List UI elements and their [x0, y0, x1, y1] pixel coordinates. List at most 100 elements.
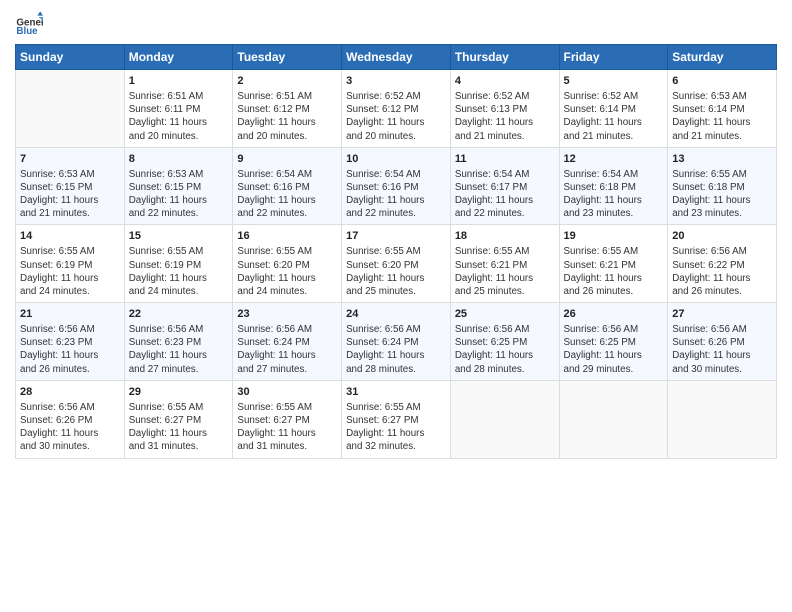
- day-number: 13: [672, 152, 772, 167]
- weekday-header: Sunday: [16, 45, 125, 70]
- day-number: 12: [564, 152, 664, 167]
- day-number: 20: [672, 229, 772, 244]
- header: General Blue: [15, 10, 777, 38]
- day-info: Sunrise: 6:55 AM Sunset: 6:20 PM Dayligh…: [346, 245, 446, 298]
- day-info: Sunrise: 6:51 AM Sunset: 6:11 PM Dayligh…: [129, 90, 229, 143]
- calendar-cell: 12Sunrise: 6:54 AM Sunset: 6:18 PM Dayli…: [559, 147, 668, 225]
- day-info: Sunrise: 6:54 AM Sunset: 6:16 PM Dayligh…: [237, 168, 337, 221]
- svg-text:Blue: Blue: [16, 26, 38, 37]
- day-number: 6: [672, 74, 772, 89]
- day-number: 4: [455, 74, 555, 89]
- day-number: 18: [455, 229, 555, 244]
- day-number: 16: [237, 229, 337, 244]
- logo: General Blue: [15, 10, 23, 38]
- day-number: 8: [129, 152, 229, 167]
- calendar-cell: 11Sunrise: 6:54 AM Sunset: 6:17 PM Dayli…: [450, 147, 559, 225]
- day-number: 2: [237, 74, 337, 89]
- day-number: 10: [346, 152, 446, 167]
- day-info: Sunrise: 6:55 AM Sunset: 6:27 PM Dayligh…: [237, 401, 337, 454]
- day-info: Sunrise: 6:55 AM Sunset: 6:19 PM Dayligh…: [129, 245, 229, 298]
- calendar-cell: 1Sunrise: 6:51 AM Sunset: 6:11 PM Daylig…: [124, 70, 233, 148]
- day-info: Sunrise: 6:56 AM Sunset: 6:22 PM Dayligh…: [672, 245, 772, 298]
- day-info: Sunrise: 6:52 AM Sunset: 6:14 PM Dayligh…: [564, 90, 664, 143]
- logo-icon: General Blue: [15, 10, 43, 38]
- day-number: 22: [129, 307, 229, 322]
- day-number: 27: [672, 307, 772, 322]
- calendar-cell: 9Sunrise: 6:54 AM Sunset: 6:16 PM Daylig…: [233, 147, 342, 225]
- calendar-cell: 18Sunrise: 6:55 AM Sunset: 6:21 PM Dayli…: [450, 225, 559, 303]
- day-info: Sunrise: 6:55 AM Sunset: 6:21 PM Dayligh…: [455, 245, 555, 298]
- day-info: Sunrise: 6:56 AM Sunset: 6:26 PM Dayligh…: [20, 401, 120, 454]
- calendar-cell: 10Sunrise: 6:54 AM Sunset: 6:16 PM Dayli…: [342, 147, 451, 225]
- day-info: Sunrise: 6:53 AM Sunset: 6:14 PM Dayligh…: [672, 90, 772, 143]
- calendar-cell: 25Sunrise: 6:56 AM Sunset: 6:25 PM Dayli…: [450, 303, 559, 381]
- calendar-cell: 26Sunrise: 6:56 AM Sunset: 6:25 PM Dayli…: [559, 303, 668, 381]
- day-info: Sunrise: 6:53 AM Sunset: 6:15 PM Dayligh…: [129, 168, 229, 221]
- page-container: General Blue SundayMondayTuesdayWednesda…: [0, 0, 792, 469]
- day-info: Sunrise: 6:55 AM Sunset: 6:27 PM Dayligh…: [129, 401, 229, 454]
- day-info: Sunrise: 6:54 AM Sunset: 6:17 PM Dayligh…: [455, 168, 555, 221]
- calendar-cell: 20Sunrise: 6:56 AM Sunset: 6:22 PM Dayli…: [668, 225, 777, 303]
- calendar-cell: [16, 70, 125, 148]
- day-number: 17: [346, 229, 446, 244]
- day-info: Sunrise: 6:54 AM Sunset: 6:16 PM Dayligh…: [346, 168, 446, 221]
- day-info: Sunrise: 6:53 AM Sunset: 6:15 PM Dayligh…: [20, 168, 120, 221]
- day-number: 26: [564, 307, 664, 322]
- calendar-cell: 28Sunrise: 6:56 AM Sunset: 6:26 PM Dayli…: [16, 380, 125, 458]
- day-info: Sunrise: 6:56 AM Sunset: 6:23 PM Dayligh…: [20, 323, 120, 376]
- calendar-cell: 29Sunrise: 6:55 AM Sunset: 6:27 PM Dayli…: [124, 380, 233, 458]
- calendar-cell: 23Sunrise: 6:56 AM Sunset: 6:24 PM Dayli…: [233, 303, 342, 381]
- day-number: 1: [129, 74, 229, 89]
- day-info: Sunrise: 6:55 AM Sunset: 6:27 PM Dayligh…: [346, 401, 446, 454]
- calendar-cell: 5Sunrise: 6:52 AM Sunset: 6:14 PM Daylig…: [559, 70, 668, 148]
- calendar-cell: 31Sunrise: 6:55 AM Sunset: 6:27 PM Dayli…: [342, 380, 451, 458]
- calendar-cell: 22Sunrise: 6:56 AM Sunset: 6:23 PM Dayli…: [124, 303, 233, 381]
- day-info: Sunrise: 6:56 AM Sunset: 6:24 PM Dayligh…: [237, 323, 337, 376]
- day-info: Sunrise: 6:56 AM Sunset: 6:24 PM Dayligh…: [346, 323, 446, 376]
- weekday-header: Monday: [124, 45, 233, 70]
- day-number: 7: [20, 152, 120, 167]
- calendar-cell: 13Sunrise: 6:55 AM Sunset: 6:18 PM Dayli…: [668, 147, 777, 225]
- day-info: Sunrise: 6:54 AM Sunset: 6:18 PM Dayligh…: [564, 168, 664, 221]
- weekday-header: Wednesday: [342, 45, 451, 70]
- day-number: 3: [346, 74, 446, 89]
- day-number: 24: [346, 307, 446, 322]
- day-info: Sunrise: 6:51 AM Sunset: 6:12 PM Dayligh…: [237, 90, 337, 143]
- calendar-cell: 15Sunrise: 6:55 AM Sunset: 6:19 PM Dayli…: [124, 225, 233, 303]
- calendar-cell: 30Sunrise: 6:55 AM Sunset: 6:27 PM Dayli…: [233, 380, 342, 458]
- day-number: 29: [129, 385, 229, 400]
- day-number: 30: [237, 385, 337, 400]
- day-number: 5: [564, 74, 664, 89]
- day-number: 31: [346, 385, 446, 400]
- day-info: Sunrise: 6:55 AM Sunset: 6:21 PM Dayligh…: [564, 245, 664, 298]
- calendar-cell: 8Sunrise: 6:53 AM Sunset: 6:15 PM Daylig…: [124, 147, 233, 225]
- weekday-header: Tuesday: [233, 45, 342, 70]
- weekday-header: Thursday: [450, 45, 559, 70]
- day-number: 19: [564, 229, 664, 244]
- calendar-cell: 19Sunrise: 6:55 AM Sunset: 6:21 PM Dayli…: [559, 225, 668, 303]
- calendar-cell: [559, 380, 668, 458]
- day-info: Sunrise: 6:55 AM Sunset: 6:20 PM Dayligh…: [237, 245, 337, 298]
- calendar-table: SundayMondayTuesdayWednesdayThursdayFrid…: [15, 44, 777, 459]
- day-info: Sunrise: 6:56 AM Sunset: 6:25 PM Dayligh…: [564, 323, 664, 376]
- calendar-cell: 17Sunrise: 6:55 AM Sunset: 6:20 PM Dayli…: [342, 225, 451, 303]
- calendar-cell: 2Sunrise: 6:51 AM Sunset: 6:12 PM Daylig…: [233, 70, 342, 148]
- calendar-cell: 7Sunrise: 6:53 AM Sunset: 6:15 PM Daylig…: [16, 147, 125, 225]
- day-number: 28: [20, 385, 120, 400]
- calendar-cell: 6Sunrise: 6:53 AM Sunset: 6:14 PM Daylig…: [668, 70, 777, 148]
- calendar-cell: 27Sunrise: 6:56 AM Sunset: 6:26 PM Dayli…: [668, 303, 777, 381]
- day-info: Sunrise: 6:55 AM Sunset: 6:19 PM Dayligh…: [20, 245, 120, 298]
- day-number: 23: [237, 307, 337, 322]
- calendar-cell: 3Sunrise: 6:52 AM Sunset: 6:12 PM Daylig…: [342, 70, 451, 148]
- day-number: 14: [20, 229, 120, 244]
- weekday-header: Friday: [559, 45, 668, 70]
- calendar-cell: 24Sunrise: 6:56 AM Sunset: 6:24 PM Dayli…: [342, 303, 451, 381]
- day-info: Sunrise: 6:56 AM Sunset: 6:26 PM Dayligh…: [672, 323, 772, 376]
- calendar-cell: [668, 380, 777, 458]
- day-number: 25: [455, 307, 555, 322]
- day-number: 15: [129, 229, 229, 244]
- day-number: 21: [20, 307, 120, 322]
- weekday-header: Saturday: [668, 45, 777, 70]
- day-info: Sunrise: 6:55 AM Sunset: 6:18 PM Dayligh…: [672, 168, 772, 221]
- calendar-cell: 14Sunrise: 6:55 AM Sunset: 6:19 PM Dayli…: [16, 225, 125, 303]
